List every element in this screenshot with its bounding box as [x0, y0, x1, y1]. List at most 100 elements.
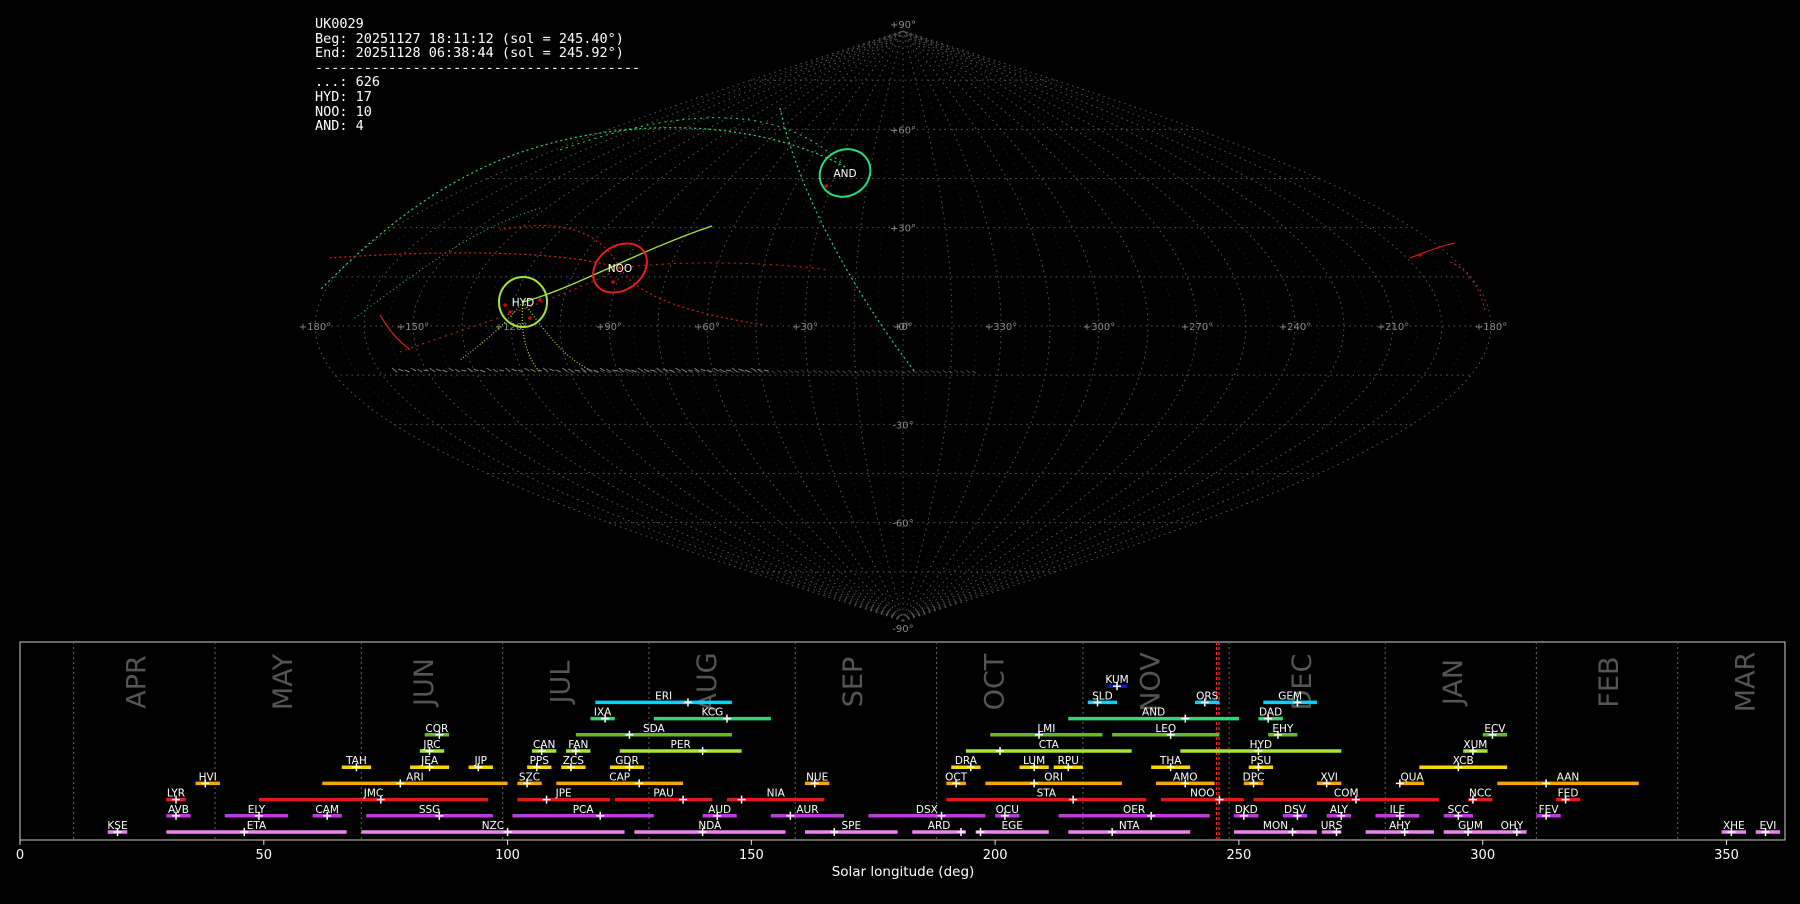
shower-cor: COR: [424, 723, 450, 739]
count-noo: NOO: 10: [315, 103, 372, 120]
shower-label: OCU: [996, 804, 1019, 816]
shower-label: LYR: [167, 788, 185, 800]
x-tick-label: 150: [739, 848, 764, 863]
shower-label: EHY: [1272, 723, 1294, 735]
shower-label: PCA: [573, 804, 595, 816]
shower-label: HVI: [199, 771, 217, 783]
shower-label: NDA: [698, 820, 722, 832]
shower-label: CAM: [315, 804, 339, 816]
shower-can: CAN: [531, 739, 557, 755]
shower-label: JEA: [420, 755, 439, 767]
month-label-jun: JUN: [409, 658, 440, 708]
end-time: End: 20251128 06:38:44 (sol = 245.92°): [315, 45, 624, 62]
shower-label: JRC: [422, 739, 440, 751]
shower-dkd: DKD: [1234, 804, 1259, 820]
shower-label: MON: [1263, 820, 1288, 832]
shower-label: XHE: [1723, 820, 1745, 832]
shower-label: GEM: [1278, 690, 1302, 702]
meteor-point: [611, 280, 615, 284]
shower-ehy: EHY: [1268, 723, 1298, 739]
shower-label: EGE: [1001, 820, 1022, 832]
shower-label: SSG: [419, 804, 440, 816]
x-tick-label: 200: [983, 848, 1008, 863]
meteor-point: [508, 310, 512, 314]
shower-label: NCC: [1469, 788, 1492, 800]
figure: +90° +60° +30° 0° -30° -60° -90° +180° +150° +120…: [0, 0, 1800, 904]
shower-label: URS: [1321, 820, 1343, 832]
shower-label: OCT: [945, 771, 968, 783]
lon-label: +30°: [792, 322, 818, 333]
shower-label: ORS: [1196, 690, 1219, 702]
shower-label: DSX: [916, 804, 938, 816]
shower-label: DPC: [1243, 771, 1265, 783]
count-hyd: HYD: 17: [315, 88, 372, 105]
shower-ncc: NCC: [1468, 788, 1493, 804]
meteor-counts: ...: 626 HYD: 17 NOO: 10 AND: 4: [315, 75, 640, 133]
shower-label: OHY: [1501, 820, 1524, 832]
lon-label: +0°: [893, 322, 913, 333]
shower-label: ARI: [406, 771, 424, 783]
month-label-nov: NOV: [1136, 652, 1167, 712]
shower-label: AUR: [796, 804, 818, 816]
shower-xum: XUM: [1463, 739, 1488, 755]
station-id: UK0029: [315, 16, 364, 32]
radiant-label-and: AND: [833, 168, 856, 180]
lat-label: +60°: [890, 125, 916, 136]
lon-label: +180°: [1475, 322, 1507, 333]
shower-label: KCG: [701, 707, 723, 719]
shower-qua: QUA: [1395, 771, 1424, 788]
shower-dra: DRA: [951, 755, 981, 772]
shower-label: GDR: [615, 755, 639, 767]
shower-label: COM: [1334, 788, 1359, 800]
shower-ecv: ECV: [1482, 723, 1508, 739]
shower-dpc: DPC: [1243, 771, 1265, 788]
lat-label: +90°: [890, 20, 916, 31]
shower-label: THA: [1159, 755, 1182, 767]
shower-label: AVB: [168, 804, 189, 816]
shower-label: TAH: [345, 755, 367, 767]
month-label-feb: FEB: [1594, 656, 1625, 707]
shower-label: FED: [1558, 788, 1579, 800]
shower-label: CAN: [533, 739, 555, 751]
lon-label: +60°: [694, 322, 720, 333]
radiant-label-hyd: HYD: [512, 297, 534, 309]
shower-ocu: OCU: [995, 804, 1020, 820]
shower-label: NTA: [1119, 820, 1140, 832]
shower-label: IXA: [594, 707, 612, 719]
shower-label: NOO: [1190, 788, 1214, 800]
lon-label: +240°: [1279, 322, 1311, 333]
shower-oct: OCT: [945, 771, 968, 788]
shower-label: AHY: [1389, 820, 1411, 832]
shower-label: DKD: [1235, 804, 1258, 816]
shower-label: AND: [1142, 707, 1165, 719]
shower-xhe: XHE: [1721, 820, 1746, 836]
count-and: AND: 4: [315, 118, 364, 135]
shower-jrc: JRC: [419, 739, 445, 755]
shower-label: DSV: [1284, 804, 1307, 816]
month-label-apr: APR: [122, 655, 153, 709]
shower-xvi: XVI: [1316, 771, 1342, 788]
x-tick-label: 250: [1227, 848, 1252, 863]
shower-label: JPE: [555, 788, 572, 800]
shower-lyr: LYR: [166, 788, 186, 804]
shower-label: OER: [1123, 804, 1145, 816]
month-label-may: MAY: [268, 653, 299, 710]
shower-tah: TAH: [341, 755, 372, 772]
shower-label: HYD: [1250, 739, 1272, 751]
shower-label: XCB: [1453, 755, 1474, 767]
shower-label: PPS: [530, 755, 550, 767]
shower-lum: LUM: [1019, 755, 1049, 772]
shower-label: ELY: [248, 804, 266, 816]
shower-ors: ORS: [1195, 690, 1220, 707]
shower-zcs: ZCS: [561, 755, 586, 772]
lon-label: +210°: [1377, 322, 1409, 333]
shower-label: ILE: [1390, 804, 1406, 816]
month-label-jan: JAN: [1438, 659, 1469, 707]
shower-scc: SCC: [1443, 804, 1473, 820]
lat-label: -30°: [892, 420, 913, 431]
shower-kum: KUM: [1105, 674, 1129, 691]
shower-label: SZC: [519, 771, 540, 783]
shower-dsv: DSV: [1282, 804, 1308, 820]
shower-label: NIA: [767, 788, 786, 800]
lon-label: +150°: [397, 322, 429, 333]
